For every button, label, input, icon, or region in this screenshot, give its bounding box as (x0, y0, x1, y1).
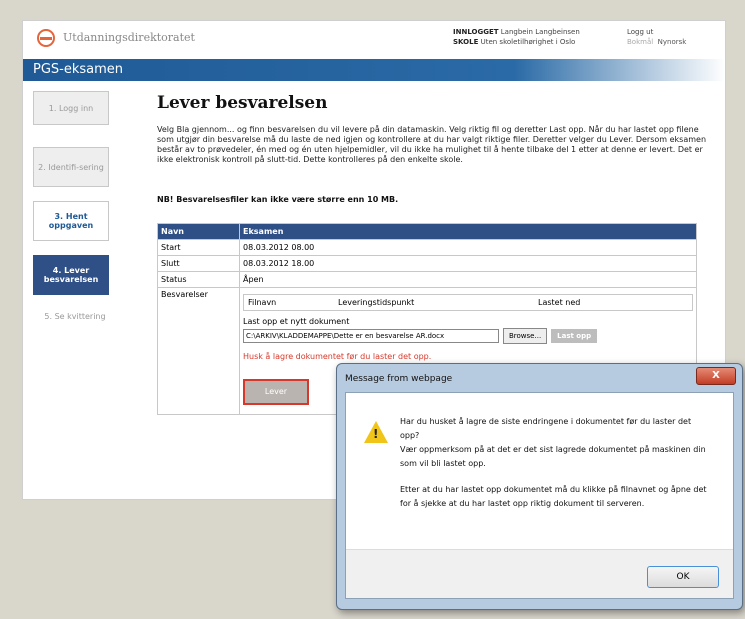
page-title: Lever besvarelsen (157, 93, 328, 113)
ok-button[interactable]: OK (647, 566, 719, 588)
size-warning: NB! Besvarelsesfiler kan ikke være størr… (157, 195, 399, 204)
row-label: Start (157, 239, 240, 256)
step-deliver[interactable]: 4. Lever besvarelsen (33, 255, 109, 295)
table-row: Slutt 08.03.2012 18.00 (157, 255, 697, 272)
row-value: 08.03.2012 18.00 (239, 255, 697, 272)
school-label: SKOLE (453, 38, 479, 46)
header-links: Logg ut Bokmål Nynorsk (627, 27, 686, 47)
upload-button[interactable]: Last opp (551, 329, 598, 343)
dialog-message: Har du husket å lagre de siste endringen… (400, 415, 710, 511)
nynorsk-link[interactable]: Nynorsk (658, 38, 687, 46)
site-header: Utdanningsdirektoratet INNLOGGET Langbei… (23, 21, 725, 57)
upload-label: Last opp et nytt dokument (243, 317, 350, 326)
subtable-header-downloaded: Lastet ned (538, 298, 581, 307)
row-value: Åpen (239, 271, 697, 288)
step-login[interactable]: 1. Logg inn (33, 91, 109, 125)
logged-in-user: Langbein Langbeinsen (500, 28, 580, 36)
upload-row: C:\ARKIV\KLADDEMAPPE\Dette er en besvare… (243, 328, 693, 344)
step-receipt[interactable]: 5. Se kvittering (33, 307, 117, 325)
header-navn: Navn (157, 223, 240, 240)
step-fetch-assignment[interactable]: 3. Hent oppgaven (33, 201, 109, 241)
bokmal-link[interactable]: Bokmål (627, 38, 653, 46)
table-header-row: Navn Eksamen (157, 223, 697, 240)
header-eksamen: Eksamen (239, 223, 697, 240)
logout-link[interactable]: Logg ut (627, 27, 686, 37)
row-value: 08.03.2012 08.00 (239, 239, 697, 256)
dialog-line-1: Har du husket å lagre de siste endringen… (400, 417, 692, 440)
row-label: Slutt (157, 255, 240, 272)
logo-text: Utdanningsdirektoratet (63, 31, 195, 44)
school-value: Uten skoletilhørighet i Oslo (480, 38, 576, 46)
subtable-header-delivery-time: Leveringstidspunkt (338, 298, 415, 307)
dialog-line-2: Vær oppmerksom på at det er det sist lag… (400, 445, 706, 468)
step-identification[interactable]: 2. Identifi-sering (33, 147, 109, 187)
row-label: Status (157, 271, 240, 288)
file-path-input[interactable]: C:\ARKIV\KLADDEMAPPE\Dette er en besvare… (243, 329, 499, 343)
intro-text: Velg Bla gjennom... og finn besvarelsen … (157, 125, 707, 164)
dialog-footer: OK (346, 549, 733, 598)
files-subtable: Filnavn Leveringstidspunkt Lastet ned (243, 294, 693, 311)
browse-button[interactable]: Browse... (503, 328, 548, 344)
subtable-header-filename: Filnavn (248, 298, 277, 307)
save-reminder: Husk å lagre dokumentet før du laster de… (243, 352, 432, 361)
dialog-title: Message from webpage (345, 374, 453, 384)
dialog-body: ! Har du husket å lagre de siste endring… (345, 392, 734, 599)
login-info: INNLOGGET Langbein Langbeinsen SKOLE Ute… (453, 27, 580, 47)
answers-label: Besvarelser (157, 287, 240, 415)
logged-in-label: INNLOGGET (453, 28, 499, 36)
table-row: Status Åpen (157, 271, 697, 288)
warning-icon-mark: ! (373, 427, 379, 441)
message-dialog: Message from webpage X ! Har du husket å… (336, 363, 743, 610)
app-banner: PGS-eksamen (23, 59, 725, 81)
dialog-line-3: Etter at du har lastet opp dokumentet må… (400, 485, 707, 508)
udir-logo-icon (37, 29, 55, 47)
dialog-close-button[interactable]: X (696, 367, 736, 385)
deliver-button[interactable]: Lever (243, 379, 309, 405)
table-row: Start 08.03.2012 08.00 (157, 239, 697, 256)
banner-title: PGS-eksamen (33, 62, 124, 77)
